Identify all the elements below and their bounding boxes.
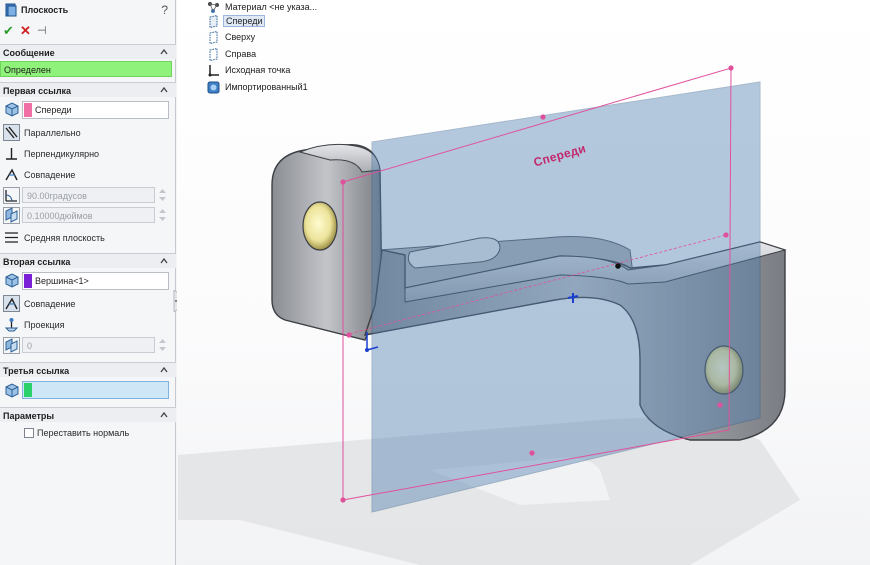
preview-handle[interactable] bbox=[717, 402, 723, 408]
tree-item-label: Импортированный1 bbox=[225, 82, 308, 92]
parameters-title: Параметры bbox=[3, 411, 55, 421]
coincident-icon bbox=[5, 168, 18, 181]
distance-input[interactable]: 0.10000дюймов bbox=[22, 207, 155, 223]
preview-handle[interactable] bbox=[346, 332, 352, 338]
help-icon[interactable]: ? bbox=[161, 3, 168, 17]
pin-button[interactable]: ⊣ bbox=[37, 24, 47, 38]
third-reference-section-header[interactable]: Третья ссылка bbox=[0, 362, 176, 377]
plane-count-icon[interactable] bbox=[3, 337, 20, 354]
tree-item-label: Материал <не указа... bbox=[225, 2, 318, 12]
third-reference-field[interactable] bbox=[22, 381, 169, 399]
angle-spinner[interactable] bbox=[157, 187, 168, 203]
plane-property-manager: Плоскость ? ✔ ✕ ⊣ Сообщение Определен Пе… bbox=[0, 0, 179, 565]
chevron-up-icon[interactable] bbox=[160, 257, 168, 265]
angle-input[interactable]: 90.00градусов bbox=[22, 187, 155, 203]
second-coincident-option[interactable]: Совпадение bbox=[0, 294, 176, 313]
first-reference-title: Первая ссылка bbox=[3, 86, 72, 96]
status-message-text: Определен bbox=[4, 65, 51, 75]
plane-icon bbox=[209, 48, 218, 61]
chevron-up-icon[interactable] bbox=[160, 366, 168, 374]
coincident-icon bbox=[3, 295, 20, 312]
material-icon bbox=[208, 2, 219, 13]
tree-item-top-plane[interactable]: Сверху bbox=[206, 30, 346, 46]
tree-item-label: Спереди bbox=[223, 15, 266, 27]
plane-feature-icon bbox=[5, 3, 17, 17]
second-reference-color-swatch bbox=[24, 274, 32, 288]
mid-plane-option[interactable]: Средняя плоскость bbox=[0, 228, 176, 247]
preview-handle[interactable] bbox=[728, 65, 734, 71]
property-manager-title: Плоскость bbox=[21, 5, 69, 15]
preview-handle[interactable] bbox=[340, 179, 346, 185]
third-reference-title: Третья ссылка bbox=[3, 366, 70, 376]
status-message: Определен bbox=[0, 61, 172, 77]
selection-cube-icon bbox=[5, 273, 19, 288]
preview-handle[interactable] bbox=[540, 114, 546, 120]
flip-normal-checkbox[interactable] bbox=[24, 428, 34, 438]
selected-vertex-marker[interactable] bbox=[615, 263, 621, 269]
selection-cube-icon bbox=[5, 102, 19, 117]
second-reference-title: Вторая ссылка bbox=[3, 257, 71, 267]
second-reference-section-header[interactable]: Вторая ссылка bbox=[0, 253, 176, 268]
property-manager-header: Плоскость ? bbox=[0, 0, 176, 20]
projection-option[interactable]: Проекция bbox=[0, 315, 176, 334]
tree-item-front-plane[interactable]: Спереди bbox=[206, 14, 346, 30]
parallel-option[interactable]: Параллельно bbox=[0, 123, 176, 142]
distance-value: 0.10000дюймов bbox=[27, 211, 93, 221]
tree-item-label: Справа bbox=[225, 49, 257, 59]
distance-spinner[interactable] bbox=[157, 207, 168, 223]
preview-handle[interactable] bbox=[529, 450, 535, 456]
cancel-button[interactable]: ✕ bbox=[20, 24, 31, 38]
coincident-option[interactable]: Совпадение bbox=[0, 165, 176, 184]
mid-plane-icon bbox=[5, 232, 18, 243]
selection-cube-icon bbox=[5, 383, 19, 398]
plane-icon bbox=[209, 15, 218, 28]
count-spinner[interactable] bbox=[157, 337, 168, 353]
message-section-title: Сообщение bbox=[3, 48, 55, 58]
ok-button[interactable]: ✔ bbox=[3, 24, 14, 38]
chevron-up-icon[interactable] bbox=[160, 86, 168, 94]
second-reference-value: Вершина<1> bbox=[35, 276, 89, 286]
flip-normal-label[interactable]: Переставить нормаль bbox=[37, 428, 129, 438]
first-reference-field[interactable]: Спереди bbox=[22, 101, 169, 119]
preview-handle[interactable] bbox=[340, 497, 346, 503]
first-reference-color-swatch bbox=[24, 103, 32, 117]
parameters-section-header[interactable]: Параметры bbox=[0, 407, 176, 422]
first-reference-section-header[interactable]: Первая ссылка bbox=[0, 82, 176, 97]
preview-handle[interactable] bbox=[723, 232, 729, 238]
origin-icon bbox=[208, 65, 219, 77]
first-reference-value: Спереди bbox=[35, 105, 72, 115]
offset-distance-icon[interactable] bbox=[3, 207, 20, 224]
chevron-up-icon[interactable] bbox=[160, 411, 168, 419]
plane-icon bbox=[209, 31, 218, 44]
coincident-label: Совпадение bbox=[24, 170, 76, 180]
second-reference-field[interactable]: Вершина<1> bbox=[22, 272, 169, 290]
tree-item-origin[interactable]: Исходная точка bbox=[206, 63, 346, 79]
angle-value: 90.00градусов bbox=[27, 191, 87, 201]
confirm-bar: ✔ ✕ ⊣ bbox=[0, 24, 176, 40]
projection-icon bbox=[4, 318, 19, 332]
app-window: Плоскость ? ✔ ✕ ⊣ Сообщение Определен Пе… bbox=[0, 0, 870, 565]
tree-item-imported-body[interactable]: Импортированный1 bbox=[206, 80, 346, 96]
tree-item-label: Исходная точка bbox=[225, 65, 291, 75]
parallel-icon bbox=[3, 124, 20, 141]
second-coincident-label: Совпадение bbox=[24, 299, 76, 309]
chevron-up-icon[interactable] bbox=[160, 48, 168, 56]
perpendicular-label: Перпендикулярно bbox=[24, 149, 100, 159]
left-bore bbox=[302, 201, 338, 251]
tree-item-right-plane[interactable]: Справа bbox=[206, 47, 346, 63]
tree-item-label: Сверху bbox=[225, 32, 256, 42]
perpendicular-option[interactable]: Перпендикулярно bbox=[0, 144, 176, 163]
third-reference-color-swatch bbox=[24, 383, 32, 397]
message-section-header[interactable]: Сообщение bbox=[0, 44, 176, 59]
imported-body-icon bbox=[207, 81, 220, 94]
parallel-label: Параллельно bbox=[24, 128, 81, 138]
count-input[interactable]: 0 bbox=[22, 337, 155, 353]
mid-plane-label: Средняя плоскость bbox=[24, 233, 105, 243]
count-value: 0 bbox=[27, 341, 33, 351]
perpendicular-icon bbox=[6, 148, 17, 160]
angle-icon[interactable] bbox=[3, 187, 20, 204]
projection-label: Проекция bbox=[24, 320, 65, 330]
